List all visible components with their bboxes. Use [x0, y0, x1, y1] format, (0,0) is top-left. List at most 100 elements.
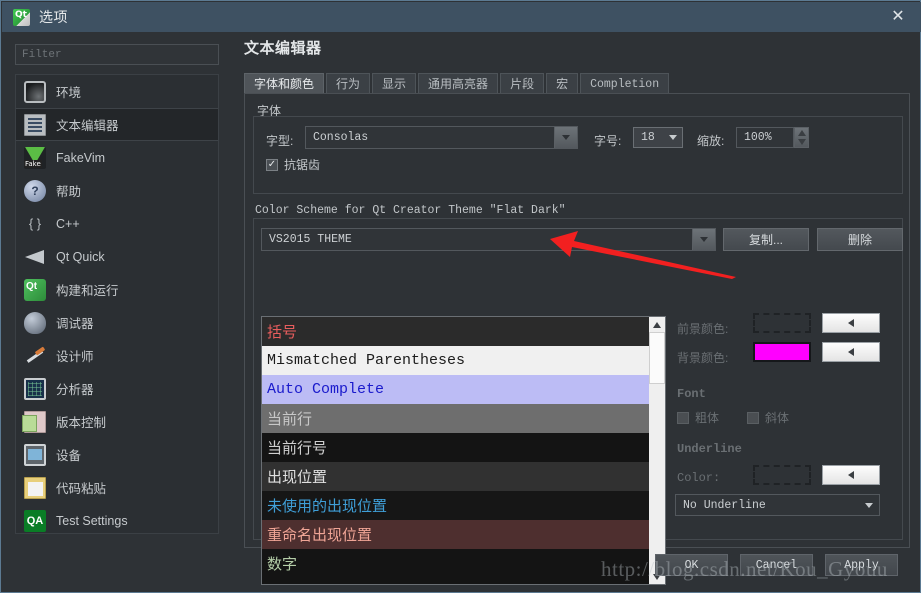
font-family-value: Consolas — [313, 131, 369, 144]
underline-color-picker-button[interactable] — [822, 465, 880, 485]
sidebar-item-build-run[interactable]: 构建和运行 — [16, 273, 218, 306]
list-item[interactable]: Auto Complete — [262, 375, 664, 404]
stepper-up-icon[interactable] — [797, 129, 806, 136]
list-item-label: Mismatched Parentheses — [267, 352, 466, 369]
list-item-label: 出现位置 — [267, 468, 328, 486]
underline-style-value: No Underline — [683, 498, 766, 512]
window-title: 选项 — [39, 9, 68, 25]
tab-content-font-and-colors: 字体 字型: Consolas 字号: 18 缩放: 100% ✓ 抗锯齿 Co… — [244, 93, 910, 585]
italic-checkbox[interactable]: 斜体 — [747, 409, 789, 426]
text-editor-icon — [24, 113, 46, 136]
color-scheme-list[interactable]: 括号 Mismatched Parentheses Auto Complete … — [261, 316, 665, 585]
watermark-text: http://blog.csdn.net/Kou_Gyouu — [601, 557, 888, 581]
delete-button[interactable]: 删除 — [817, 228, 903, 251]
background-color-swatch[interactable] — [753, 342, 811, 362]
background-color-picker-button[interactable] — [822, 342, 880, 362]
sidebar-item-environment[interactable]: 环境 — [16, 75, 218, 108]
list-item[interactable]: Mismatched Parentheses — [262, 346, 664, 375]
underline-color-swatch[interactable] — [753, 465, 811, 485]
debugger-icon — [24, 311, 46, 334]
sidebar-item-label: 文本编辑器 — [56, 119, 119, 133]
environment-icon — [24, 80, 46, 103]
checkbox-icon[interactable]: ✓ — [266, 158, 278, 171]
bold-checkbox[interactable]: 粗体 — [677, 409, 719, 426]
list-item[interactable]: 当前行号 — [262, 433, 664, 462]
scheme-caption: Color Scheme for Qt Creator Theme "Flat … — [255, 204, 566, 217]
chevron-down-icon[interactable] — [554, 127, 577, 148]
sidebar-item-code-pasting[interactable]: 代码粘贴 — [16, 471, 218, 504]
zoom-stepper[interactable] — [794, 127, 809, 148]
antialias-checkbox[interactable]: ✓ 抗锯齿 — [266, 156, 320, 173]
tab-completion[interactable]: Completion — [580, 73, 670, 94]
sidebar-item-label: Test Settings — [56, 513, 128, 528]
theme-combo[interactable]: VS2015 THEME — [261, 228, 716, 251]
tab-generic-highlighter[interactable]: 通用高亮器 — [418, 73, 499, 94]
list-item-label: 括号 — [267, 323, 298, 341]
font-size-combo[interactable]: 18 — [633, 127, 683, 148]
bold-label: 粗体 — [695, 411, 720, 425]
sidebar-item-label: 环境 — [56, 86, 82, 100]
code-pasting-icon — [24, 476, 46, 499]
sidebar-item-designer[interactable]: 设计师 — [16, 339, 218, 372]
copy-button[interactable]: 复制... — [723, 228, 809, 251]
tab-display[interactable]: 显示 — [372, 73, 417, 94]
font-section-label: Font — [677, 387, 706, 401]
sidebar-item-qt-quick[interactable]: Qt Quick — [16, 240, 218, 273]
foreground-color-picker-button[interactable] — [822, 313, 880, 333]
devices-icon — [24, 443, 46, 466]
close-icon[interactable]: ✕ — [875, 2, 921, 32]
sidebar-item-label: C++ — [56, 216, 80, 231]
sidebar-item-debugger[interactable]: 调试器 — [16, 306, 218, 339]
italic-label: 斜体 — [765, 411, 790, 425]
list-item-label: 未使用的出现位置 — [267, 497, 388, 515]
version-control-icon — [22, 410, 46, 433]
sidebar-item-label: 帮助 — [56, 185, 82, 199]
scrollbar-thumb[interactable] — [649, 332, 665, 384]
tab-macros[interactable]: 宏 — [546, 73, 579, 94]
chevron-down-icon[interactable] — [859, 502, 879, 508]
tab-font-and-colors[interactable]: 字体和颜色 — [244, 73, 325, 94]
scroll-up-icon[interactable] — [649, 317, 665, 332]
list-item[interactable]: 括号 — [262, 317, 664, 346]
foreground-color-swatch[interactable] — [753, 313, 811, 333]
list-item-label: 重命名出现位置 — [267, 526, 373, 544]
caret-left-icon — [848, 319, 854, 327]
background-label: 背景颜色: — [677, 351, 729, 365]
list-item[interactable]: 未使用的出现位置 — [262, 491, 664, 520]
sidebar-item-cpp[interactable]: C++ — [16, 207, 218, 240]
list-scrollbar[interactable] — [649, 316, 666, 585]
tab-snippets[interactable]: 片段 — [500, 73, 545, 94]
chevron-down-icon[interactable] — [692, 229, 715, 250]
sidebar-item-devices[interactable]: 设备 — [16, 438, 218, 471]
tab-behavior[interactable]: 行为 — [326, 73, 371, 94]
list-item[interactable]: 出现位置 — [262, 462, 664, 491]
sidebar-item-label: Qt Quick — [56, 249, 105, 264]
list-item[interactable]: 当前行 — [262, 404, 664, 433]
stepper-down-icon[interactable] — [797, 139, 806, 146]
chevron-down-icon[interactable] — [664, 135, 682, 140]
sidebar-item-test-settings[interactable]: Test Settings — [16, 504, 218, 533]
list-item-label: 当前行 — [267, 410, 313, 428]
sidebar-item-fakevim[interactable]: Fake FakeVim — [16, 141, 218, 174]
sidebar-item-label: 版本控制 — [56, 416, 107, 430]
sidebar-item-label: 设计师 — [56, 350, 94, 364]
designer-icon — [24, 345, 46, 367]
sidebar-item-version-control[interactable]: 版本控制 — [16, 405, 218, 438]
category-list[interactable]: 环境 文本编辑器 Fake FakeVim 帮助 C++ Qt Quick — [15, 74, 219, 534]
title-bar: Qt 选项 ✕ — [2, 2, 921, 32]
list-item-label: 当前行号 — [267, 439, 328, 457]
sidebar-item-analyzer[interactable]: 分析器 — [16, 372, 218, 405]
antialias-label: 抗锯齿 — [284, 158, 321, 172]
zoom-spinbox[interactable]: 100% — [736, 127, 794, 148]
filter-input[interactable]: Filter — [15, 44, 219, 65]
list-item[interactable]: 重命名出现位置 — [262, 520, 664, 549]
checkbox-icon[interactable] — [747, 411, 759, 424]
sidebar-item-help[interactable]: 帮助 — [16, 174, 218, 207]
fakevim-icon: Fake — [24, 146, 46, 169]
font-family-combo[interactable]: Consolas — [305, 126, 578, 149]
underline-color-label: Color: — [677, 471, 721, 485]
checkbox-icon[interactable] — [677, 411, 689, 424]
sidebar-item-text-editor[interactable]: 文本编辑器 — [16, 108, 218, 141]
cpp-icon — [24, 213, 46, 235]
underline-style-combo[interactable]: No Underline — [675, 494, 880, 516]
